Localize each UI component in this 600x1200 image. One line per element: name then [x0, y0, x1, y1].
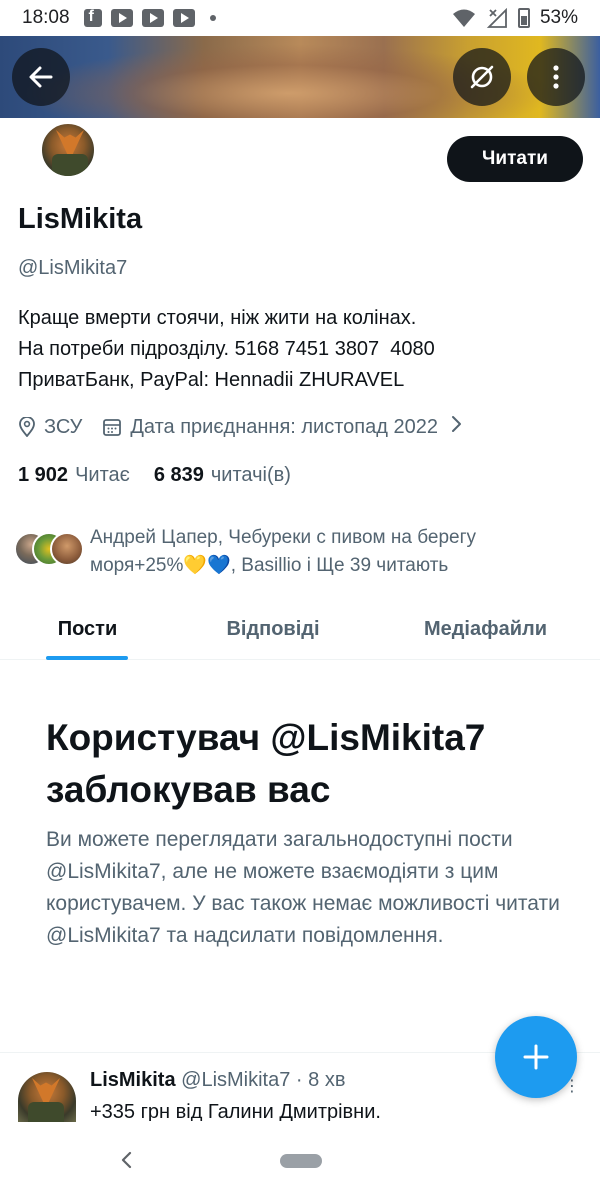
- followers-you-know[interactable]: Андрей Цапер, Чебуреки с пивом на берегу…: [14, 524, 510, 580]
- notification-dot-icon: [209, 15, 216, 21]
- system-nav-bar: [0, 1122, 600, 1200]
- profile-avatar[interactable]: [40, 122, 96, 178]
- active-tab-indicator: [46, 656, 128, 660]
- more-button[interactable]: [527, 48, 585, 106]
- tweet-avatar[interactable]: [18, 1072, 76, 1122]
- nav-home-pill[interactable]: [280, 1154, 322, 1168]
- profile-location: ЗСУ: [44, 415, 83, 438]
- profile-handle: @LisMikita7: [18, 257, 128, 279]
- profile-tabs: Пости Відповіді Медіафайли: [0, 598, 600, 660]
- bio-line: Краще вмерти стоячи, ніж жити на колінах…: [18, 307, 417, 329]
- facebook-icon: [83, 8, 102, 27]
- youtube-icon: [141, 9, 164, 27]
- grok-button[interactable]: [453, 48, 511, 106]
- tab-media[interactable]: Медіафайли: [371, 598, 600, 660]
- followers-link[interactable]: 6 839 читачі(в): [154, 464, 291, 487]
- no-signal-icon: [486, 8, 507, 28]
- fox-body-shape: [28, 1102, 64, 1122]
- tweet-author-name[interactable]: LisMikita: [90, 1069, 176, 1091]
- followers-label: читачі(в): [210, 464, 291, 486]
- bio-line: ПриватБанк, PayPal: Hennadii ZHURAVEL: [18, 369, 405, 391]
- compose-button[interactable]: [495, 1016, 577, 1098]
- tab-posts[interactable]: Пости: [0, 598, 175, 660]
- wifi-icon: [452, 9, 475, 27]
- youtube-icon: [110, 9, 133, 27]
- arrow-left-icon: [29, 66, 53, 88]
- battery-percent: 53%: [539, 7, 578, 28]
- profile-meta: ЗСУ Дата приєднання: листопад 2022: [18, 414, 462, 440]
- blocked-title: Користувач @LisMikita7 заблокував вас: [46, 717, 486, 810]
- followers-you-know-text: Андрей Цапер, Чебуреки с пивом на берегу…: [90, 527, 477, 576]
- tab-replies[interactable]: Відповіді: [175, 598, 371, 660]
- tab-label: Пости: [57, 617, 118, 640]
- blocked-description: Ви можете переглядати загальнодоступні п…: [46, 828, 560, 947]
- tab-label: Медіафайли: [423, 617, 548, 640]
- plus-icon: [523, 1044, 549, 1070]
- tab-label: Відповіді: [226, 617, 320, 640]
- follower-avatars: [14, 532, 86, 572]
- follow-counts: 1 902 Читає 6 839 читачі(в): [18, 464, 291, 487]
- bio-line: На потреби підрозділу. 5168 7451 3807 40…: [18, 338, 435, 360]
- follow-button[interactable]: Читати: [447, 136, 583, 182]
- profile-bio: Краще вмерти стоячи, ніж жити на колінах…: [18, 303, 588, 396]
- following-label: Читає: [75, 464, 130, 486]
- location-icon: [18, 417, 36, 437]
- avatar: [50, 532, 84, 566]
- display-name: LisMikita: [18, 203, 143, 235]
- calendar-icon: [102, 417, 122, 437]
- status-time: 18:08: [22, 7, 70, 28]
- tweet-text[interactable]: +335 грн від Галини Дмитрівни.: [90, 1101, 381, 1121]
- fox-body-shape: [52, 154, 88, 176]
- more-vertical-icon: [553, 65, 559, 89]
- following-count: 1 902: [18, 464, 69, 486]
- tweet-header: LisMikita @LisMikita7 · 8 хв: [90, 1069, 345, 1092]
- battery-icon: [517, 8, 530, 28]
- nav-back-icon[interactable]: [120, 1150, 134, 1175]
- status-bar: 18:08 53%: [0, 0, 600, 36]
- youtube-icon: [172, 9, 195, 27]
- following-link[interactable]: 1 902 Читає: [18, 464, 130, 487]
- chevron-right-icon[interactable]: [450, 414, 462, 440]
- followers-count: 6 839: [153, 464, 204, 486]
- profile-joined: Дата приєднання: листопад 2022: [130, 415, 438, 438]
- grok-icon: [470, 65, 494, 89]
- tweet-handle-time: @LisMikita7 · 8 хв: [181, 1069, 346, 1091]
- back-button[interactable]: [12, 48, 70, 106]
